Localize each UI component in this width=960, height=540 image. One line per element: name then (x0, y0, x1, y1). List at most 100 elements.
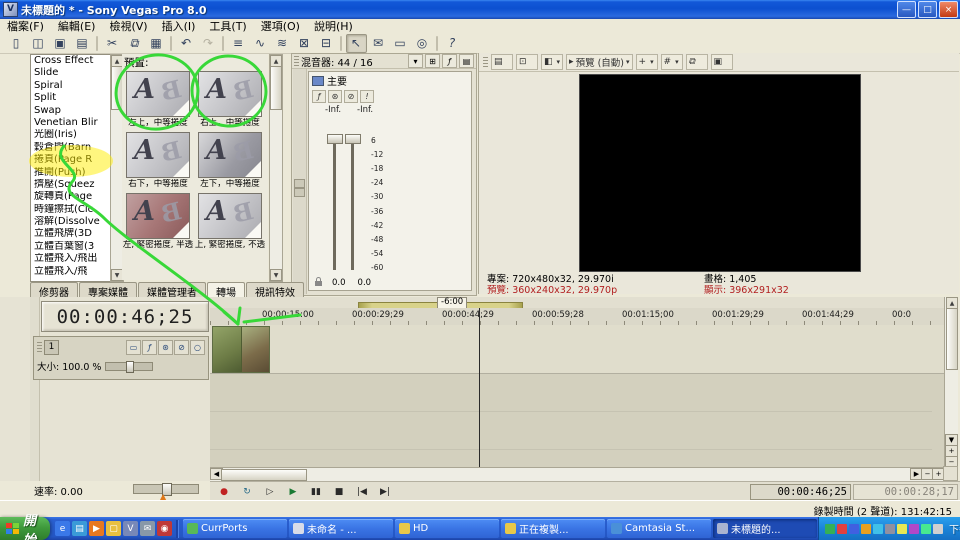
snapping-icon[interactable]: ≡ (228, 34, 249, 53)
restore-button[interactable]: □ (918, 1, 937, 18)
transition-list-item[interactable]: Slide (31, 67, 110, 79)
start-button[interactable]: 開始 (0, 517, 50, 540)
bus-automation-icon[interactable]: ⊛ (328, 90, 342, 103)
vertical-scrollbar[interactable]: ▲ ▼ + − (944, 297, 958, 468)
lock-faders-icon[interactable] (315, 281, 322, 286)
transition-list-item[interactable]: 時鐘擦拭(Clc (31, 204, 110, 216)
auto-ripple-icon[interactable]: ≋ (272, 34, 293, 53)
preset-item[interactable]: A B 左下，中等捲度 (194, 130, 266, 189)
mail-quicklaunch-icon[interactable]: ✉ (140, 521, 155, 536)
play-from-start-button[interactable]: ▷ (259, 483, 281, 500)
tab-media-manager[interactable]: 媒體管理者 (138, 282, 206, 297)
preset-item[interactable]: A B 右下，中等捲度 (122, 130, 194, 189)
transition-list-item[interactable]: 立體飛入/飛 (31, 266, 110, 278)
undo-icon[interactable]: ↶ (176, 34, 197, 53)
auto-crossfade-icon[interactable]: ∿ (250, 34, 271, 53)
insert-fx-icon[interactable]: ƒ (442, 54, 457, 68)
transition-list-item[interactable]: 溶解(Dissolve (31, 216, 110, 228)
browser-quicklaunch-icon[interactable]: ◉ (157, 521, 172, 536)
task-copying[interactable]: 正在複製... (501, 519, 605, 538)
external-monitor-icon[interactable]: ⊡ (516, 54, 538, 70)
tab-trimmer[interactable]: 修剪器 (30, 282, 78, 297)
menu-item[interactable]: 檔案(F) (0, 18, 51, 34)
tray-icon[interactable] (825, 524, 835, 534)
save-frame-icon[interactable]: ▣ (711, 54, 733, 70)
zoom-edit-tool-icon[interactable]: ◎ (412, 34, 433, 53)
tray-icon[interactable] (897, 524, 907, 534)
redo-icon[interactable]: ↷ (198, 34, 219, 53)
transition-list-item[interactable]: 旋轉頁(Page (31, 191, 110, 203)
playhead-cursor[interactable] (479, 308, 480, 468)
menu-item[interactable]: 編輯(E) (51, 18, 103, 34)
bus-mute-icon[interactable]: ⊘ (344, 90, 358, 103)
tray-icon[interactable] (933, 524, 943, 534)
tray-icon[interactable] (885, 524, 895, 534)
record-button[interactable]: ● (213, 483, 235, 500)
insert-bus-icon[interactable]: ⊞ (425, 54, 440, 68)
transition-list-item[interactable]: 擠壓(Squeez (31, 179, 110, 191)
transition-list-item[interactable]: 穀倉門(Barn (31, 142, 110, 154)
toolbar-separator[interactable] (222, 36, 224, 51)
transition-list-item[interactable]: 立體百葉窗(3 (31, 241, 110, 253)
ignore-grouping-icon[interactable]: ⊟ (316, 34, 337, 53)
task-camtasia[interactable]: Camtasia St... (607, 519, 711, 538)
toolbar-separator[interactable] (340, 36, 342, 51)
media-player-icon[interactable]: ▶ (89, 521, 104, 536)
copy-frame-icon[interactable]: ⧉ (686, 54, 708, 70)
transition-list-item[interactable]: Split (31, 92, 110, 104)
copy-icon[interactable]: ⧉ (124, 34, 145, 53)
preview-quality-button[interactable]: ▸預覽 (自動)▾ (566, 54, 632, 70)
tray-icon[interactable] (849, 524, 859, 534)
transition-list-item[interactable]: 立體飛入/飛出 (31, 253, 110, 265)
solo-icon[interactable]: ○ (190, 340, 205, 355)
toolbar-separator[interactable] (170, 36, 172, 51)
splitter-handle[interactable] (294, 179, 305, 188)
drag-grip-icon[interactable] (294, 56, 299, 66)
close-button[interactable]: × (939, 1, 958, 18)
tray-icon[interactable] (837, 524, 847, 534)
go-to-end-button[interactable]: ▶| (374, 483, 396, 500)
split-screen-view-icon[interactable]: ◧▾ (541, 54, 563, 70)
tray-icon[interactable] (909, 524, 919, 534)
fader-handle[interactable] (327, 134, 343, 144)
mixer-view-icon[interactable]: ▤ (459, 54, 474, 68)
toolbar-separator[interactable] (436, 36, 438, 51)
taskbar-clock[interactable]: 下午 12:01 (949, 521, 960, 536)
task-vegas[interactable]: 未標題的... (713, 519, 817, 538)
menu-item[interactable]: 插入(I) (155, 18, 203, 34)
selection-edit-tool-icon[interactable]: ▭ (390, 34, 411, 53)
fader-handle[interactable] (345, 134, 361, 144)
safe-area-grid-icon[interactable]: #▾ (661, 54, 683, 70)
timeline-dock-grip[interactable] (30, 297, 40, 481)
video-track-lane[interactable] (210, 325, 945, 374)
project-properties-icon[interactable]: ▤ (72, 34, 93, 53)
transition-list-item[interactable]: 光圈(Iris) (31, 129, 110, 141)
pause-button[interactable]: ▮▮ (305, 483, 327, 500)
bus-fx-icon[interactable]: ƒ (312, 90, 326, 103)
track-motion-icon[interactable]: ▭ (126, 340, 141, 355)
track-grip-icon[interactable] (37, 342, 42, 352)
transition-list-item[interactable]: 推開(Push) (31, 167, 110, 179)
lock-envelopes-icon[interactable]: ⊠ (294, 34, 315, 53)
preset-item[interactable]: A B 左, 緊密捲度, 半透 (122, 191, 194, 250)
time-ruler[interactable]: 00:00:15:0000:00:29;2900:00:44;2900:00:5… (210, 308, 945, 326)
open-project-icon[interactable]: ◫ (28, 34, 49, 53)
tab-video-fx[interactable]: 視訊特效 (246, 282, 304, 297)
paste-icon[interactable]: ▦ (146, 34, 167, 53)
preset-item[interactable]: A B 左上，中等捲度 (122, 69, 194, 128)
menu-item[interactable]: 選項(O) (254, 18, 307, 34)
task-hd-folder[interactable]: HD (395, 519, 499, 538)
save-project-icon[interactable]: ▣ (50, 34, 71, 53)
mute-icon[interactable]: ⊘ (174, 340, 189, 355)
transition-list-item[interactable]: Spiral (31, 80, 110, 92)
normal-edit-tool-icon[interactable]: ↖ (346, 34, 367, 53)
overlays-icon[interactable]: +▾ (636, 54, 658, 70)
transition-list-item[interactable]: Venetian Blir (31, 117, 110, 129)
task-currports[interactable]: CurrPorts (183, 519, 287, 538)
menu-item[interactable]: 說明(H) (307, 18, 360, 34)
play-button[interactable]: ▶ (282, 483, 304, 500)
tray-icon[interactable] (861, 524, 871, 534)
video-properties-icon[interactable]: ▤ (491, 54, 513, 70)
transition-list-item[interactable]: 立體飛牌(3D (31, 228, 110, 240)
fader-track[interactable] (333, 138, 336, 270)
